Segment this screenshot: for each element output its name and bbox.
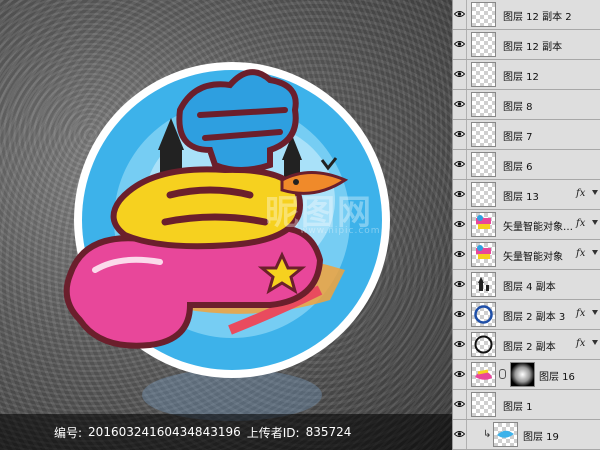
layer-name[interactable]: 图层 2 副本 [503, 338, 556, 353]
id-label: 编号: [54, 425, 83, 440]
layer-thumbnail[interactable] [471, 2, 496, 27]
uploader-value: 835724 [305, 425, 352, 439]
layer-thumbnail[interactable] [471, 362, 496, 387]
visibility-eye-icon[interactable] [453, 180, 467, 209]
artwork [63, 62, 390, 421]
visibility-eye-icon[interactable] [453, 420, 467, 449]
layer-name[interactable]: 图层 12 副本 [503, 38, 562, 53]
layer-name[interactable]: 图层 19 [523, 428, 559, 443]
layer-thumbnail[interactable] [471, 272, 496, 297]
layer-row[interactable]: 图层 2 副本 3 fx [453, 300, 600, 330]
layer-row[interactable]: 图层 13 fx [453, 180, 600, 210]
layer-row[interactable]: 图层 12 副本 2 [453, 0, 600, 30]
layer-thumbnail[interactable] [471, 392, 496, 417]
layer-row[interactable]: 矢量智能对象 fx [453, 240, 600, 270]
layer-mask-thumbnail[interactable] [510, 362, 535, 387]
layer-thumbnail[interactable] [471, 212, 496, 237]
clipping-arrow-icon: ↳ [483, 429, 492, 440]
layer-row[interactable]: 图层 12 副本 [453, 30, 600, 60]
expand-effects-arrow-icon[interactable] [592, 310, 598, 315]
id-value: 20160324160434843196 [88, 425, 241, 439]
visibility-eye-icon[interactable] [453, 390, 467, 419]
layer-effects-fx-icon[interactable]: fx [576, 188, 585, 199]
expand-effects-arrow-icon[interactable] [592, 220, 598, 225]
layer-name[interactable]: 矢量智能对象 [503, 248, 563, 263]
layer-row[interactable]: 图层 6 [453, 150, 600, 180]
layer-name[interactable]: 图层 12 [503, 68, 539, 83]
uploader-label: 上传者ID: [246, 425, 300, 440]
visibility-eye-icon[interactable] [453, 270, 467, 299]
layer-effects-fx-icon[interactable]: fx [576, 218, 585, 229]
layer-thumbnail[interactable] [471, 302, 496, 327]
layer-row[interactable]: 图层 4 副本 [453, 270, 600, 300]
layer-thumbnail[interactable] [471, 62, 496, 87]
visibility-eye-icon[interactable] [453, 0, 467, 29]
layer-row[interactable]: ↳ 图层 19 [453, 420, 600, 450]
layer-row[interactable]: 图层 16 [453, 360, 600, 390]
layer-row[interactable]: 矢量智能对象 ... fx [453, 210, 600, 240]
layer-thumbnail[interactable] [471, 122, 496, 147]
layer-row[interactable]: 图层 8 [453, 90, 600, 120]
expand-effects-arrow-icon[interactable] [592, 250, 598, 255]
layer-thumbnail[interactable] [471, 152, 496, 177]
layer-name[interactable]: 矢量智能对象 ... [503, 218, 573, 233]
watermark-url: www.nipic.com [300, 226, 381, 236]
layer-name[interactable]: 图层 8 [503, 98, 533, 113]
layer-thumbnail[interactable] [471, 32, 496, 57]
visibility-eye-icon[interactable] [453, 360, 467, 389]
layer-name[interactable]: 图层 16 [539, 368, 575, 383]
expand-effects-arrow-icon[interactable] [592, 340, 598, 345]
layer-effects-fx-icon[interactable]: fx [576, 248, 585, 259]
visibility-eye-icon[interactable] [453, 30, 467, 59]
layer-thumbnail[interactable] [471, 182, 496, 207]
layer-name[interactable]: 图层 6 [503, 158, 533, 173]
canvas-area[interactable]: 昵图网 www.nipic.com 编号: 201603241604348431… [0, 0, 452, 450]
visibility-eye-icon[interactable] [453, 330, 467, 359]
layer-row[interactable]: 图层 2 副本 fx [453, 330, 600, 360]
visibility-eye-icon[interactable] [453, 90, 467, 119]
layer-row[interactable]: 图层 12 [453, 60, 600, 90]
layer-row[interactable]: 图层 7 [453, 120, 600, 150]
visibility-eye-icon[interactable] [453, 60, 467, 89]
layer-row[interactable]: 图层 1 [453, 390, 600, 420]
visibility-eye-icon[interactable] [453, 240, 467, 269]
layers-panel: 图层 12 副本 2 图层 12 副本 图层 12 图层 8 图层 7 图层 6 图层 13… [452, 0, 600, 450]
layer-thumbnail[interactable] [471, 92, 496, 117]
layer-name[interactable]: 图层 2 副本 3 [503, 308, 565, 323]
layer-effects-fx-icon[interactable]: fx [576, 308, 585, 319]
layer-name[interactable]: 图层 7 [503, 128, 533, 143]
layer-effects-fx-icon[interactable]: fx [576, 338, 585, 349]
layer-thumbnail[interactable] [471, 242, 496, 267]
layer-name[interactable]: 图层 12 副本 2 [503, 8, 572, 23]
layer-name[interactable]: 图层 4 副本 [503, 278, 556, 293]
layer-name[interactable]: 图层 1 [503, 398, 533, 413]
mask-link-icon[interactable] [499, 369, 506, 379]
image-info-bar: 编号: 20160324160434843196 上传者ID: 835724 [0, 414, 452, 450]
visibility-eye-icon[interactable] [453, 210, 467, 239]
layer-name[interactable]: 图层 13 [503, 188, 539, 203]
expand-effects-arrow-icon[interactable] [592, 190, 598, 195]
layer-thumbnail[interactable] [493, 422, 518, 447]
visibility-eye-icon[interactable] [453, 300, 467, 329]
layer-thumbnail[interactable] [471, 332, 496, 357]
visibility-eye-icon[interactable] [453, 150, 467, 179]
visibility-eye-icon[interactable] [453, 120, 467, 149]
